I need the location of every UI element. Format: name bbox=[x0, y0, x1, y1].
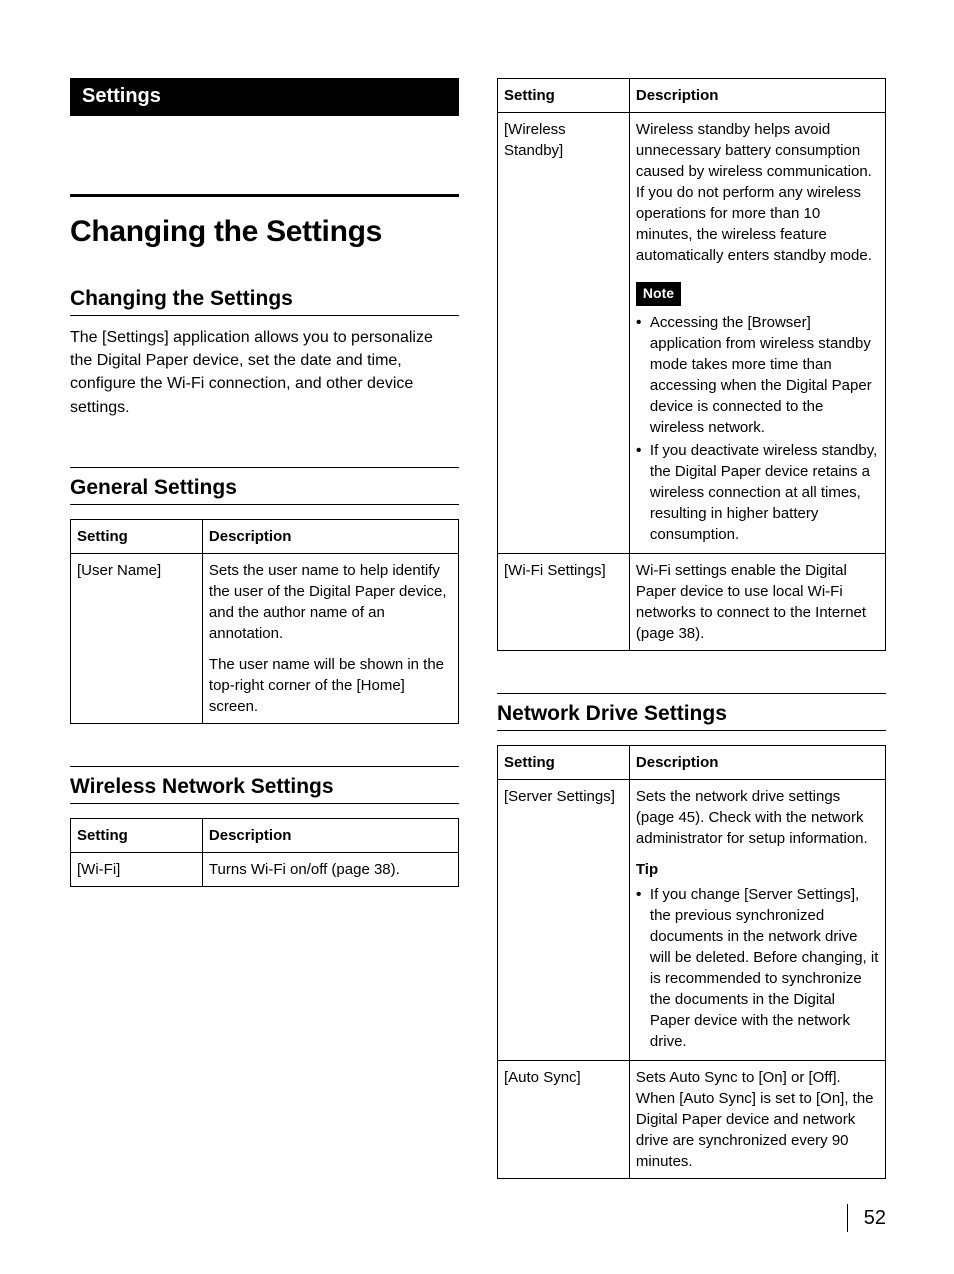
page-number: 52 bbox=[847, 1204, 886, 1232]
list-item: If you deactivate wireless standby, the … bbox=[636, 440, 879, 545]
setting-name: [Auto Sync] bbox=[498, 1060, 630, 1178]
col-header-setting: Setting bbox=[498, 745, 630, 779]
col-header-description: Description bbox=[629, 79, 885, 113]
tip-heading: Tip bbox=[636, 859, 879, 880]
left-column: Settings Changing the Settings Changing … bbox=[70, 78, 459, 1221]
general-settings-heading: General Settings bbox=[70, 467, 459, 505]
col-header-setting: Setting bbox=[498, 79, 630, 113]
table-row: [Wireless Standby] Wireless standby help… bbox=[498, 113, 886, 554]
table-row: [Auto Sync] Sets Auto Sync to [On] or [O… bbox=[498, 1060, 886, 1178]
network-drive-table: Setting Description [Server Settings] Se… bbox=[497, 745, 886, 1179]
setting-description: Sets the user name to help identify the … bbox=[202, 553, 458, 723]
general-settings-table: Setting Description [User Name] Sets the… bbox=[70, 519, 459, 724]
setting-description: Sets the network drive settings (page 45… bbox=[629, 779, 885, 1060]
col-header-description: Description bbox=[202, 519, 458, 553]
col-header-setting: Setting bbox=[71, 818, 203, 852]
setting-description: Wireless standby helps avoid unnecessary… bbox=[629, 113, 885, 554]
setting-description: Turns Wi-Fi on/off (page 38). bbox=[202, 852, 458, 886]
setting-description: Sets Auto Sync to [On] or [Off]. When [A… bbox=[629, 1060, 885, 1178]
note-badge: Note bbox=[636, 282, 681, 306]
setting-name: [User Name] bbox=[71, 553, 203, 723]
setting-name: [Wireless Standby] bbox=[498, 113, 630, 554]
wireless-settings-table-1: Setting Description [Wi-Fi] Turns Wi-Fi … bbox=[70, 818, 459, 887]
setting-name: [Wi-Fi] bbox=[71, 852, 203, 886]
table-row: [User Name] Sets the user name to help i… bbox=[71, 553, 459, 723]
table-row: [Server Settings] Sets the network drive… bbox=[498, 779, 886, 1060]
setting-name: [Wi-Fi Settings] bbox=[498, 553, 630, 650]
subsection-changing: Changing the Settings bbox=[70, 287, 459, 316]
col-header-setting: Setting bbox=[71, 519, 203, 553]
tip-list: If you change [Server Settings], the pre… bbox=[636, 884, 879, 1052]
list-item: If you change [Server Settings], the pre… bbox=[636, 884, 879, 1052]
setting-description: Wi-Fi settings enable the Digital Paper … bbox=[629, 553, 885, 650]
col-header-description: Description bbox=[202, 818, 458, 852]
right-column: Setting Description [Wireless Standby] W… bbox=[497, 78, 886, 1221]
list-item: Accessing the [Browser] application from… bbox=[636, 312, 879, 438]
network-drive-heading: Network Drive Settings bbox=[497, 693, 886, 731]
table-row: [Wi-Fi Settings] Wi-Fi settings enable t… bbox=[498, 553, 886, 650]
page-title: Changing the Settings bbox=[70, 194, 459, 249]
note-list: Accessing the [Browser] application from… bbox=[636, 312, 879, 545]
intro-paragraph: The [Settings] application allows you to… bbox=[70, 326, 459, 419]
col-header-description: Description bbox=[629, 745, 885, 779]
settings-banner: Settings bbox=[70, 78, 459, 116]
table-row: [Wi-Fi] Turns Wi-Fi on/off (page 38). bbox=[71, 852, 459, 886]
wireless-settings-table-2: Setting Description [Wireless Standby] W… bbox=[497, 78, 886, 651]
setting-name: [Server Settings] bbox=[498, 779, 630, 1060]
wireless-network-heading: Wireless Network Settings bbox=[70, 766, 459, 804]
